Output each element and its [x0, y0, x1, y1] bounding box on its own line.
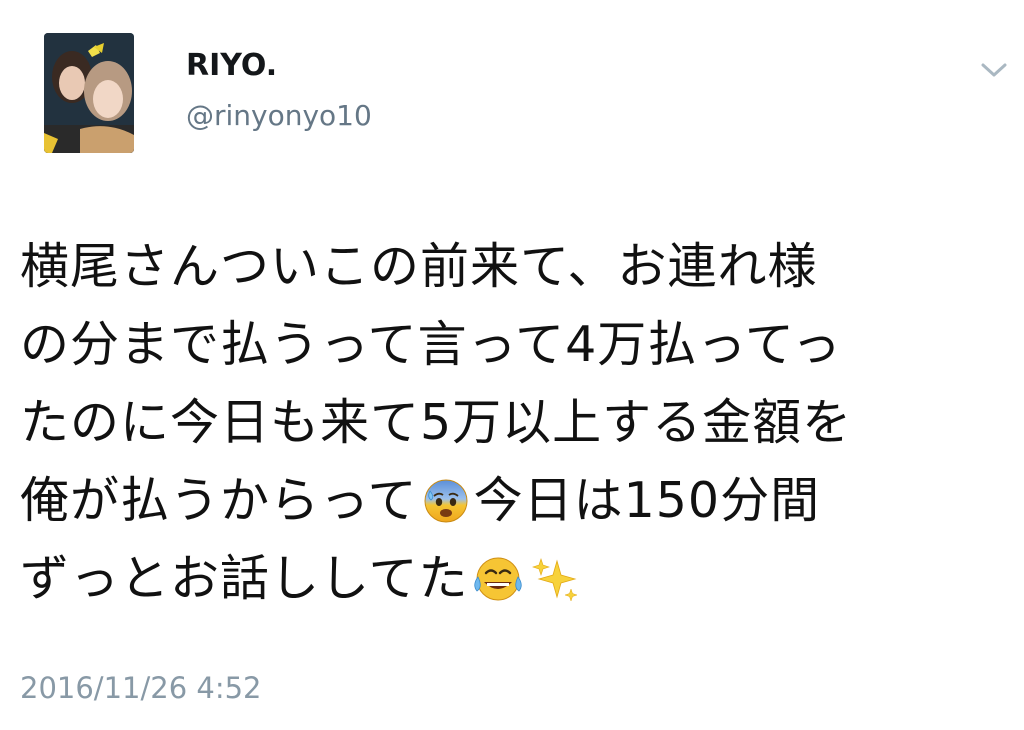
display-name[interactable]: RIYO.: [186, 46, 277, 86]
tweet-line: の分まで払うって言って4万払ってっ: [20, 316, 842, 373]
avatar-photo: [44, 33, 134, 153]
more-options-button[interactable]: [972, 52, 1016, 88]
tweet-line-part: 俺が払うからって: [20, 472, 418, 529]
chevron-down-icon: [981, 63, 1007, 77]
tweet-line-part: ずっとお話ししてた: [20, 550, 469, 607]
avatar[interactable]: [44, 33, 134, 153]
tweet-line: 俺が払うからって 今日は150分間: [20, 462, 1010, 540]
face-with-tears-of-joy-emoji: [473, 548, 523, 626]
tweet-line-part: 今日は150分間: [473, 472, 821, 529]
tweet-card: RIYO. @rinyonyo10 横尾さんついこの前来て、お連れ様 の分まで払…: [0, 0, 1024, 730]
sparkles-emoji: [531, 548, 579, 626]
tweet-line: ずっとお話ししてた: [20, 540, 1010, 618]
tweet-timestamp[interactable]: 2016/11/26 4:52: [20, 668, 262, 708]
user-handle[interactable]: @rinyonyo10: [186, 96, 372, 136]
tweet-line: 横尾さんついこの前来て、お連れ様: [20, 238, 818, 295]
anxious-face-with-sweat-emoji: [422, 470, 470, 548]
tweet-line: たのに今日も来て5万以上する金額を: [20, 394, 853, 451]
tweet-text: 横尾さんついこの前来て、お連れ様 の分まで払うって言って4万払ってっ たのに今日…: [20, 228, 1010, 618]
